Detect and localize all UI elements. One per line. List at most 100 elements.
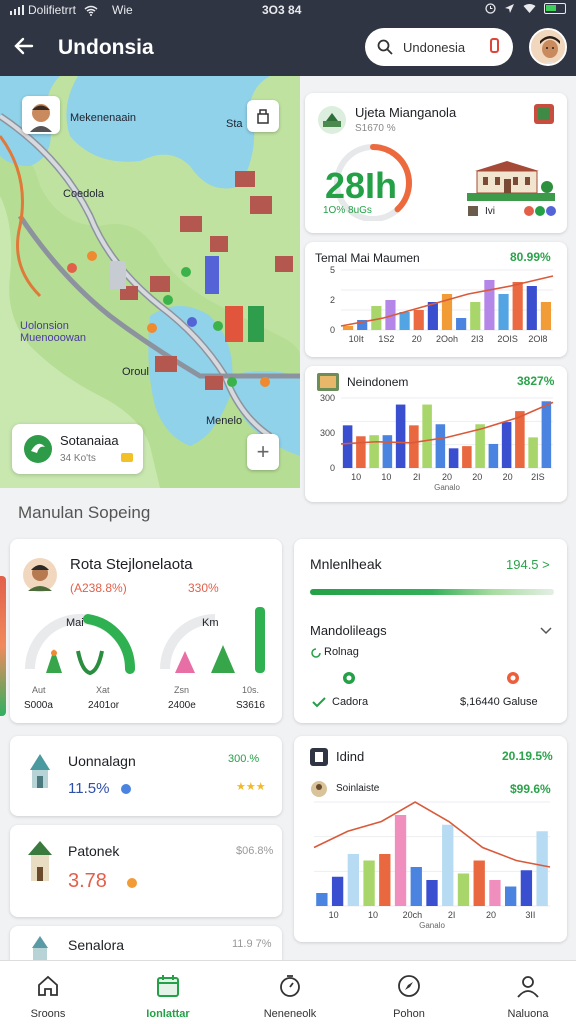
y-tick-label: 2 xyxy=(330,295,335,305)
ring-left-pct: (A238.8%) xyxy=(70,581,127,595)
check-icon xyxy=(312,697,326,708)
nav-item-profile[interactable]: Naluona xyxy=(480,961,576,1024)
map-label: Mekenenaain xyxy=(70,112,137,124)
x-tick-label: 10 xyxy=(368,910,378,920)
tower-icon xyxy=(32,936,48,960)
bar xyxy=(520,870,533,906)
ring-gauge-right xyxy=(160,607,265,673)
bar xyxy=(435,424,446,468)
y-tick-label: 300 xyxy=(320,393,335,403)
nav-label: Neneneolk xyxy=(263,1008,317,1020)
bar xyxy=(413,310,424,330)
x-tick-label: 1S2 xyxy=(378,334,394,344)
location-icon xyxy=(505,4,514,13)
search-input[interactable]: Undonesia xyxy=(365,28,513,66)
bar xyxy=(540,302,552,330)
bar xyxy=(410,867,422,906)
ring-card-title: Rota Stejlonelaota xyxy=(70,556,193,573)
back-arrow-icon[interactable] xyxy=(12,34,38,60)
progress-card[interactable]: Mnlenlheak 194.5 > Mandolileags Rolnag C… xyxy=(294,539,567,723)
person-avatar xyxy=(23,558,57,592)
landmark-icon xyxy=(318,106,346,134)
rating-stars-icon: ★★★ xyxy=(236,781,266,793)
bar xyxy=(470,302,481,330)
bar xyxy=(347,854,359,906)
bar xyxy=(515,411,525,468)
list-card[interactable]: Uonnalagn 11.5% 300.% ★★★ xyxy=(10,736,282,816)
nav-label: Pohon xyxy=(393,1008,425,1020)
stat-legend-tag: Ivi xyxy=(485,206,495,217)
map-label: Oroul xyxy=(122,366,149,378)
chart-card-revenue[interactable]: Temal Mai Maumen 80.99% 0 2 5 10It 1S2 20 2Ooh… xyxy=(305,242,567,357)
mic-icon[interactable] xyxy=(490,38,499,53)
bar xyxy=(395,404,406,468)
list-card-aside: $06.8% xyxy=(236,845,274,857)
stat-value: 2400e xyxy=(168,700,196,711)
dropdown-label: Mandolileags xyxy=(310,623,387,638)
place-name: Sotanaiaa xyxy=(60,433,119,448)
stat-label: Zsn xyxy=(174,685,190,695)
list-card[interactable]: Patonek 3.78 $06.8% xyxy=(10,825,282,917)
stat-value: 2401or xyxy=(88,700,120,711)
progress-card-value[interactable]: 194.5 > xyxy=(506,557,550,572)
list-card-value: 11.5% xyxy=(68,780,110,797)
nav-item-calendar[interactable]: Ionlattar xyxy=(120,961,216,1024)
flag-icon xyxy=(534,104,554,124)
x-axis-label: Ganalo xyxy=(434,483,460,492)
chart-card-trend[interactable]: Idind 20.19.5% Soinlaiste $99.6% 10 10 20c… xyxy=(294,736,567,942)
progress-track xyxy=(310,589,554,595)
map-user-avatar[interactable] xyxy=(22,96,60,134)
page-title: Undonsia xyxy=(58,36,154,59)
bar-chart: 0 2 5 10It 1S2 20 2Ooh 2I3 2OIS 2Ol8 xyxy=(330,265,554,344)
x-tick-label: 2Ooh xyxy=(436,334,458,344)
x-tick-label: 2I xyxy=(413,472,421,482)
user-avatar[interactable] xyxy=(529,28,567,66)
lock-icon[interactable] xyxy=(247,100,279,132)
bar xyxy=(505,886,517,906)
stat-title: Ujeta Mianganola xyxy=(355,105,457,120)
nav-item-timer[interactable]: Neneneolk xyxy=(242,961,338,1024)
stat-value: S000a xyxy=(24,700,53,711)
timer-icon xyxy=(280,975,300,997)
place-icon xyxy=(24,435,52,463)
bar xyxy=(536,831,548,906)
signal-icon xyxy=(10,5,24,15)
map-view[interactable]: Mekenenaain Sta Coedola Uolonsion Muenoo… xyxy=(0,76,300,488)
bar xyxy=(379,854,391,906)
bar xyxy=(526,286,537,330)
bar xyxy=(457,873,470,906)
list-card-aside: 300.% xyxy=(228,753,260,765)
y-tick-label: 0 xyxy=(330,325,335,335)
place-card[interactable]: Sotanaiaa 34 Ko'ts xyxy=(12,424,143,474)
bar xyxy=(427,302,438,330)
refresh-icon xyxy=(311,648,321,658)
chart-card-growth[interactable]: Neindonem 3827% 0 300 300 10 10 2I 20 20 20 2IS Ga… xyxy=(305,366,567,502)
chevron-down-icon[interactable] xyxy=(540,627,552,635)
y-tick-label: 300 xyxy=(320,428,335,438)
bar xyxy=(448,448,459,468)
x-tick-label: 2I xyxy=(448,910,456,920)
progress-card-title: Mnlenlheak xyxy=(310,556,382,572)
map-label: Menelo xyxy=(206,415,243,427)
x-tick-label: 20 xyxy=(412,334,422,344)
progress-fill xyxy=(310,589,554,595)
x-tick-label: 20ch xyxy=(403,910,423,920)
section-title: Manulan Sopeing xyxy=(18,503,151,522)
list-card-title: Senalora xyxy=(68,937,125,953)
bar-chart: 10 10 20ch 2I 20 3II Ganalo xyxy=(313,801,551,930)
profile-icon xyxy=(517,976,539,998)
bar xyxy=(363,860,375,906)
bar xyxy=(488,443,499,468)
nav-item-home[interactable]: Sroons xyxy=(0,961,96,1024)
bar xyxy=(422,404,432,468)
wifi-icon xyxy=(84,5,98,16)
list-card-aside: 11.9 7% xyxy=(232,938,272,950)
nav-item-compass[interactable]: Pohon xyxy=(361,961,457,1024)
list-card[interactable]: Senalora 11.9 7% xyxy=(10,926,282,960)
ring-card[interactable]: Rota Stejlonelaota (A238.8%) 330% Mai Km… xyxy=(10,539,282,723)
stat-card[interactable]: Ujeta Mianganola S1670 % 28Ih 1O% 8uGs I… xyxy=(305,93,567,233)
app-bar: Undonsia Undonesia xyxy=(0,20,576,76)
zoom-in-button[interactable]: + xyxy=(247,434,279,470)
option-label[interactable]: Rolnag xyxy=(324,646,359,658)
bar xyxy=(456,318,467,330)
